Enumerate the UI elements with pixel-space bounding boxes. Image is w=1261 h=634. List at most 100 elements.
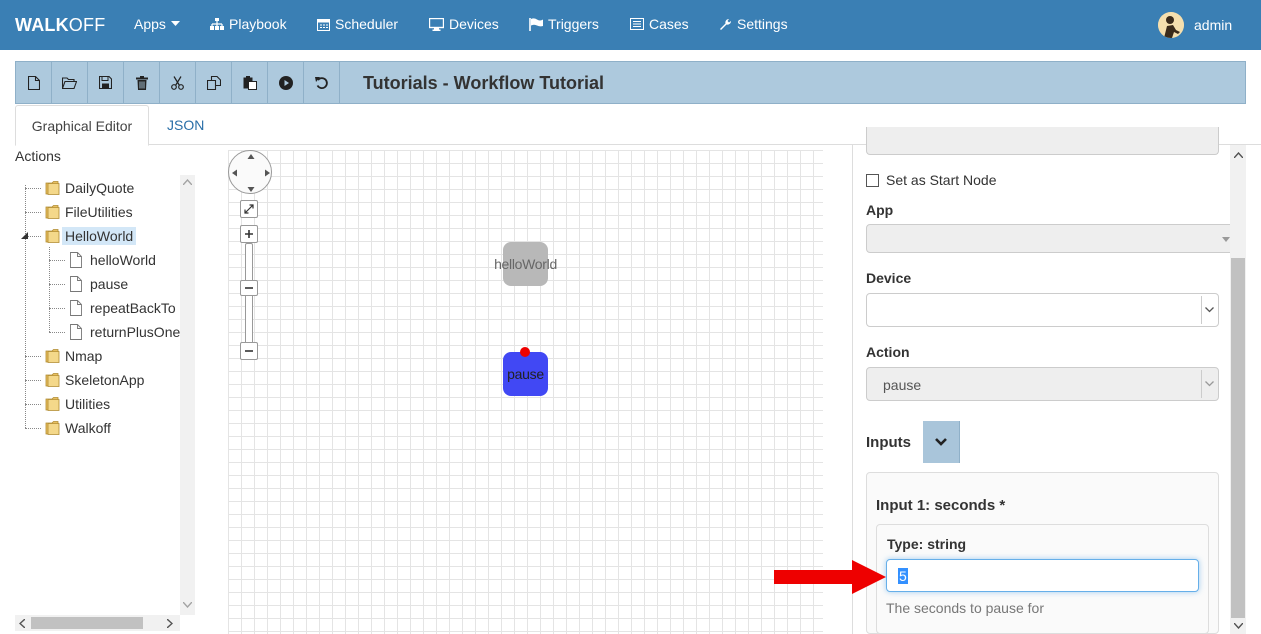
- action-select[interactable]: pause: [866, 367, 1219, 401]
- plus-icon: [245, 230, 253, 238]
- nav-triggers[interactable]: Triggers: [529, 16, 599, 32]
- cut-button[interactable]: [160, 62, 196, 103]
- input-1-title: Input 1: seconds *: [876, 497, 1006, 514]
- zoom-in-button[interactable]: [240, 225, 258, 243]
- input-1-value: 5: [898, 567, 908, 584]
- copy-button[interactable]: [196, 62, 232, 103]
- name-field[interactable]: [866, 127, 1219, 155]
- expand-triangle-icon[interactable]: [21, 232, 28, 239]
- nav-playbook[interactable]: Playbook: [210, 16, 287, 32]
- tree-item-action-helloworld[interactable]: helloWorld: [69, 250, 159, 270]
- tab-json[interactable]: JSON: [151, 105, 220, 146]
- device-dropdown-button[interactable]: [1201, 296, 1217, 324]
- tree-item-helloworld[interactable]: HelloWorld: [44, 226, 137, 246]
- minus-icon: [245, 350, 253, 352]
- actions-tree: DailyQuote FileUtilities HelloWorld hell…: [15, 175, 180, 615]
- tree-item-fileutilities[interactable]: FileUtilities: [44, 202, 136, 222]
- chevron-down-icon: [1205, 381, 1214, 387]
- tree-item-walkoff[interactable]: Walkoff: [44, 418, 114, 438]
- workflow-node-pause[interactable]: pause: [503, 352, 548, 396]
- paste-icon: [243, 75, 257, 90]
- scroll-right-icon[interactable]: [167, 619, 173, 628]
- tree-item-skeletonapp[interactable]: SkeletonApp: [44, 370, 147, 390]
- panel-scroll-thumb[interactable]: [1231, 258, 1245, 618]
- action-dropdown-button[interactable]: [1201, 370, 1217, 398]
- app-select[interactable]: [866, 224, 1236, 253]
- chevron-down-icon: [935, 438, 947, 446]
- undo-icon: [314, 76, 328, 89]
- tab-graphical-editor[interactable]: Graphical Editor: [15, 105, 149, 146]
- nav-devices[interactable]: Devices: [429, 16, 499, 32]
- user-name: admin: [1194, 17, 1233, 33]
- scroll-up-icon[interactable]: [1234, 152, 1243, 158]
- scroll-thumb[interactable]: [31, 617, 143, 629]
- open-button[interactable]: [52, 62, 88, 103]
- tree-vertical-scrollbar[interactable]: [180, 175, 195, 615]
- folder-icon: [45, 349, 60, 363]
- folder-icon: [45, 397, 60, 411]
- nav-cases[interactable]: Cases: [630, 16, 689, 32]
- input-1-value-field[interactable]: 5: [886, 559, 1199, 592]
- tree-item-action-pause[interactable]: pause: [69, 274, 131, 294]
- file-icon: [70, 252, 82, 268]
- scroll-down-icon[interactable]: [1234, 623, 1243, 629]
- minus-icon: [245, 287, 253, 289]
- device-label: Device: [866, 270, 912, 286]
- run-icon: [278, 75, 293, 90]
- nav-scheduler-label: Scheduler: [335, 16, 399, 32]
- tree-horizontal-scrollbar[interactable]: [15, 615, 180, 631]
- folder-icon: [45, 421, 60, 435]
- start-node-checkbox[interactable]: [866, 174, 879, 187]
- tree-item-nmap[interactable]: Nmap: [44, 346, 105, 366]
- top-navbar: WALKOFF Apps Playbook Scheduler Devices …: [0, 0, 1261, 50]
- brand-logo[interactable]: WALKOFF: [15, 15, 105, 36]
- zoom-out-button[interactable]: [240, 342, 258, 360]
- tree-item-dailyquote[interactable]: DailyQuote: [44, 178, 137, 198]
- nav-cases-label: Cases: [649, 16, 689, 32]
- pan-control[interactable]: [228, 150, 272, 194]
- tree-item-action-returnplusone[interactable]: returnPlusOne: [69, 322, 180, 342]
- inputs-label: Inputs: [866, 434, 911, 451]
- nav-scheduler[interactable]: Scheduler: [317, 16, 398, 32]
- new-file-icon: [27, 75, 40, 90]
- scroll-left-icon[interactable]: [19, 619, 25, 628]
- avatar: [1158, 12, 1184, 38]
- flag-icon: [529, 17, 543, 31]
- file-icon: [70, 276, 82, 292]
- undo-button[interactable]: [304, 62, 340, 103]
- app-label: App: [866, 202, 894, 218]
- workflow-toolbar: Tutorials - Workflow Tutorial: [15, 61, 1246, 104]
- new-file-button[interactable]: [16, 62, 52, 103]
- save-button[interactable]: [88, 62, 124, 103]
- action-label: Action: [866, 344, 910, 360]
- nav-settings[interactable]: Settings: [719, 16, 788, 32]
- actions-title: Actions: [15, 148, 61, 164]
- start-node-label: Set as Start Node: [886, 172, 997, 188]
- folder-icon: [45, 373, 60, 387]
- fit-button[interactable]: [240, 200, 258, 218]
- scroll-down-icon[interactable]: [183, 602, 192, 608]
- nav-settings-label: Settings: [737, 16, 788, 32]
- workflow-node-helloworld[interactable]: helloWorld: [494, 242, 557, 286]
- user-menu[interactable]: admin: [1158, 12, 1232, 38]
- calendar-icon: [317, 18, 330, 31]
- folder-icon: [45, 205, 60, 219]
- nav-devices-label: Devices: [449, 16, 499, 32]
- tree-item-action-repeatbackto[interactable]: repeatBackTo: [69, 298, 179, 318]
- open-folder-icon: [62, 76, 77, 89]
- workflow-title: Tutorials - Workflow Tutorial: [363, 73, 604, 93]
- nav-apps[interactable]: Apps: [134, 16, 180, 32]
- start-node-marker: [520, 347, 530, 357]
- device-select[interactable]: [866, 293, 1219, 327]
- chevron-down-icon: [1205, 307, 1214, 313]
- scroll-up-icon[interactable]: [183, 179, 192, 185]
- zoom-slider-handle[interactable]: [240, 280, 258, 296]
- inputs-toggle-button[interactable]: [923, 421, 960, 463]
- file-icon: [70, 300, 82, 316]
- tree-item-utilities[interactable]: Utilities: [44, 394, 113, 414]
- pan-arrows-icon: [232, 154, 270, 192]
- run-button[interactable]: [268, 62, 304, 103]
- paste-button[interactable]: [232, 62, 268, 103]
- list-icon: [630, 18, 644, 30]
- delete-button[interactable]: [124, 62, 160, 103]
